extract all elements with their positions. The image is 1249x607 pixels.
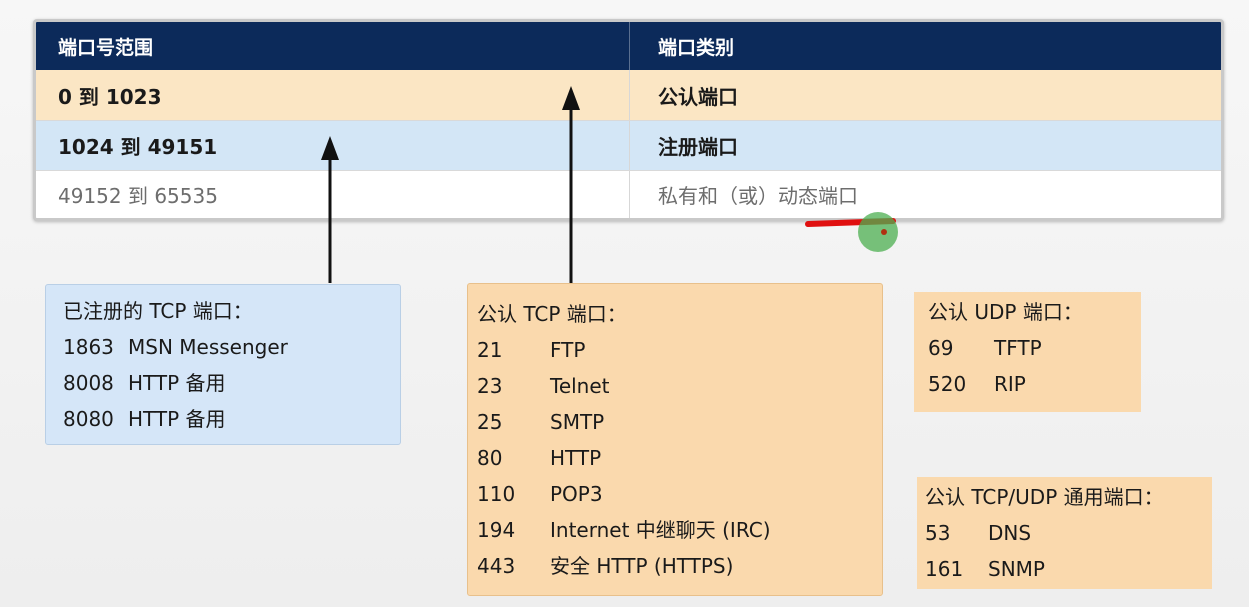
list-item: 53 DNS — [925, 515, 1212, 551]
list-item: 194 Internet 中继聊天 (IRC) — [477, 512, 882, 548]
list-item: 110 POP3 — [477, 476, 882, 512]
port-number: 23 — [477, 374, 503, 398]
box-title: 公认 TCP 端口： — [477, 302, 627, 326]
table-row-wellknown: 0 到 1023 公认端口 — [36, 70, 1221, 120]
service-name: FTP — [550, 338, 586, 362]
table-header-row: 端口号范围 端口类别 — [36, 22, 1221, 70]
column-divider — [629, 171, 630, 218]
port-number: 161 — [925, 557, 964, 581]
list-item: 443 安全 HTTP (HTTPS) — [477, 548, 882, 584]
service-name: Telnet — [550, 374, 610, 398]
service-name: MSN Messenger — [128, 335, 288, 359]
port-range-table: 端口号范围 端口类别 0 到 1023 公认端口 1024 到 49151 注册… — [33, 19, 1224, 221]
cursor-dot-icon — [881, 229, 887, 235]
header-port-range: 端口号范围 — [58, 36, 154, 59]
port-number: 520 — [928, 372, 967, 396]
list-item: 1863 MSN Messenger — [63, 329, 400, 365]
list-item: 23 Telnet — [477, 368, 882, 404]
port-number: 21 — [477, 338, 503, 362]
cell-category: 注册端口 — [658, 135, 738, 159]
slide: 端口号范围 端口类别 0 到 1023 公认端口 1024 到 49151 注册… — [0, 0, 1249, 607]
port-number: 1863 — [63, 335, 114, 359]
port-number: 53 — [925, 521, 951, 545]
list-item: 21 FTP — [477, 332, 882, 368]
cell-range: 1024 到 49151 — [58, 135, 218, 159]
list-item: 161 SNMP — [925, 551, 1212, 587]
wellknown-tcp-ports-box: 公认 TCP 端口： 21 FTP 23 Telnet 25 SMTP 80 HTTP … — [467, 283, 883, 596]
registered-tcp-ports-box: 已注册的 TCP 端口： 1863 MSN Messenger 8008 HTTP … — [45, 284, 401, 445]
column-divider — [629, 22, 630, 70]
list-item: 8008 HTTP 备用 — [63, 365, 400, 401]
red-underline-mark — [805, 218, 896, 227]
service-name: SMTP — [550, 410, 605, 434]
column-divider — [629, 121, 630, 170]
box-title: 已注册的 TCP 端口： — [63, 299, 253, 323]
list-item: 520 RIP — [928, 366, 1141, 402]
port-number: 8008 — [63, 371, 114, 395]
list-item: 8080 HTTP 备用 — [63, 401, 400, 437]
service-name: 安全 HTTP (HTTPS) — [550, 554, 734, 578]
service-name: HTTP — [550, 446, 602, 470]
port-number: 110 — [477, 482, 516, 506]
box-title: 公认 TCP/UDP 通用端口： — [925, 485, 1164, 509]
list-item: 80 HTTP — [477, 440, 882, 476]
service-name: TFTP — [994, 336, 1042, 360]
port-number: 443 — [477, 554, 516, 578]
service-name: Internet 中继聊天 (IRC) — [550, 518, 771, 542]
header-port-category: 端口类别 — [658, 36, 735, 59]
port-number: 25 — [477, 410, 503, 434]
wellknown-tcp-udp-ports-box: 公认 TCP/UDP 通用端口： 53 DNS 161 SNMP — [917, 477, 1212, 589]
port-number: 80 — [477, 446, 503, 470]
table-row-registered: 1024 到 49151 注册端口 — [36, 121, 1221, 170]
box-title: 公认 UDP 端口： — [928, 300, 1083, 324]
list-item: 25 SMTP — [477, 404, 882, 440]
table-row-dynamic: 49152 到 65535 私有和（或）动态端口 — [36, 171, 1221, 218]
service-name: POP3 — [550, 482, 603, 506]
cell-category: 私有和（或）动态端口 — [658, 184, 858, 208]
port-number: 69 — [928, 336, 954, 360]
cell-range: 49152 到 65535 — [58, 184, 218, 208]
column-divider — [629, 70, 630, 120]
service-name: HTTP 备用 — [128, 371, 226, 395]
cell-range: 0 到 1023 — [58, 84, 162, 109]
port-number: 8080 — [63, 407, 114, 431]
service-name: DNS — [988, 521, 1032, 545]
list-item: 69 TFTP — [928, 330, 1141, 366]
service-name: SNMP — [988, 557, 1045, 581]
cell-category: 公认端口 — [658, 84, 738, 109]
wellknown-udp-ports-box: 公认 UDP 端口： 69 TFTP 520 RIP — [914, 292, 1141, 412]
service-name: RIP — [994, 372, 1026, 396]
port-number: 194 — [477, 518, 516, 542]
service-name: HTTP 备用 — [128, 407, 226, 431]
